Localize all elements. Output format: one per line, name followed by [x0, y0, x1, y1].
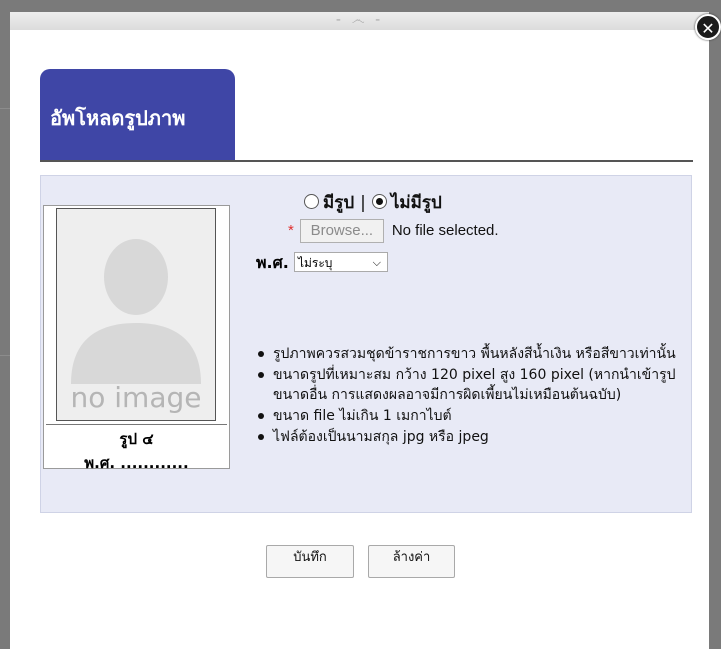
bullet-icon: [258, 372, 264, 378]
file-status-text: No file selected.: [391, 221, 499, 239]
guideline-text: รูปภาพควรสวมชุดข้าราชการขาว พื้นหลังสีน้…: [273, 346, 676, 362]
guideline-text: ไฟล์ต้องเป็นนามสกุล jpg หรือ jpeg: [273, 429, 489, 445]
backdrop-line: [0, 108, 10, 109]
photo-preview: no image: [56, 208, 216, 421]
year-row: พ.ศ. ไม่ระบุ ⌵: [256, 251, 388, 276]
radio-has-photo[interactable]: มีรูป: [304, 193, 354, 213]
upload-form-panel: no image รูป ๔ พ.ศ. ............ มีรูป | ไ…: [40, 175, 692, 513]
guideline-text: ขนาดรูปที่เหมาะสม กว้าง 120 pixel สูง 16…: [273, 367, 676, 403]
bullet-icon: [258, 413, 264, 419]
photo-option-group: มีรูป | ไม่มีรูป: [304, 189, 442, 216]
browse-button[interactable]: Browse...: [299, 219, 384, 243]
title-divider: [40, 160, 693, 162]
year-label: พ.ศ.: [256, 253, 289, 272]
modal-title: อัพโหลดรูปภาพ: [50, 106, 186, 130]
year-select-value: ไม่ระบุ: [297, 256, 333, 270]
no-image-placeholder-text: no image: [70, 381, 202, 414]
bullet-icon: [258, 434, 264, 440]
photo-caption: รูป ๔ พ.ศ. ............: [46, 424, 227, 472]
file-input-row: * Browse... No file selected.: [288, 219, 499, 243]
radio-separator: |: [360, 193, 366, 213]
chevron-down-icon: ⌵: [372, 256, 381, 269]
radio-no-photo-label: ไม่มีรูป: [390, 193, 442, 213]
radio-no-photo[interactable]: ไม่มีรูป: [371, 193, 442, 213]
upload-guidelines: รูปภาพควรสวมชุดข้าราชการขาว พื้นหลังสีน้…: [255, 344, 680, 448]
bullet-icon: [258, 351, 264, 357]
photo-caption-name: รูป ๔: [119, 430, 154, 448]
list-item: ไฟล์ต้องเป็นนามสกุล jpg หรือ jpeg: [255, 427, 680, 447]
required-asterisk: *: [288, 221, 294, 239]
modal-drag-handle[interactable]: - ෴ -: [10, 12, 709, 30]
list-item: ขนาด file ไม่เกิน 1 เมกาไบต์: [255, 406, 680, 426]
close-icon[interactable]: ✕: [695, 14, 721, 40]
save-button[interactable]: บันทึก: [266, 545, 354, 578]
upload-photo-modal: - ෴ - อัพโหลดรูปภาพ no image รูป ๔ พ.ศ. …: [10, 12, 709, 649]
radio-button-selected-icon[interactable]: [371, 194, 387, 209]
photo-caption-year: พ.ศ. ............: [84, 454, 189, 472]
reset-button[interactable]: ล้างค่า: [368, 545, 455, 578]
photo-preview-card: no image รูป ๔ พ.ศ. ............: [43, 205, 230, 472]
guideline-text: ขนาด file ไม่เกิน 1 เมกาไบต์: [273, 408, 452, 424]
radio-has-photo-label: มีรูป: [323, 193, 355, 213]
list-item: รูปภาพควรสวมชุดข้าราชการขาว พื้นหลังสีน้…: [255, 344, 680, 364]
radio-button-icon[interactable]: [304, 194, 319, 209]
backdrop-line: [0, 355, 10, 356]
title-tab: อัพโหลดรูปภาพ: [40, 69, 235, 161]
year-select[interactable]: ไม่ระบุ ⌵: [293, 252, 388, 272]
list-item: ขนาดรูปที่เหมาะสม กว้าง 120 pixel สูง 16…: [255, 365, 680, 405]
